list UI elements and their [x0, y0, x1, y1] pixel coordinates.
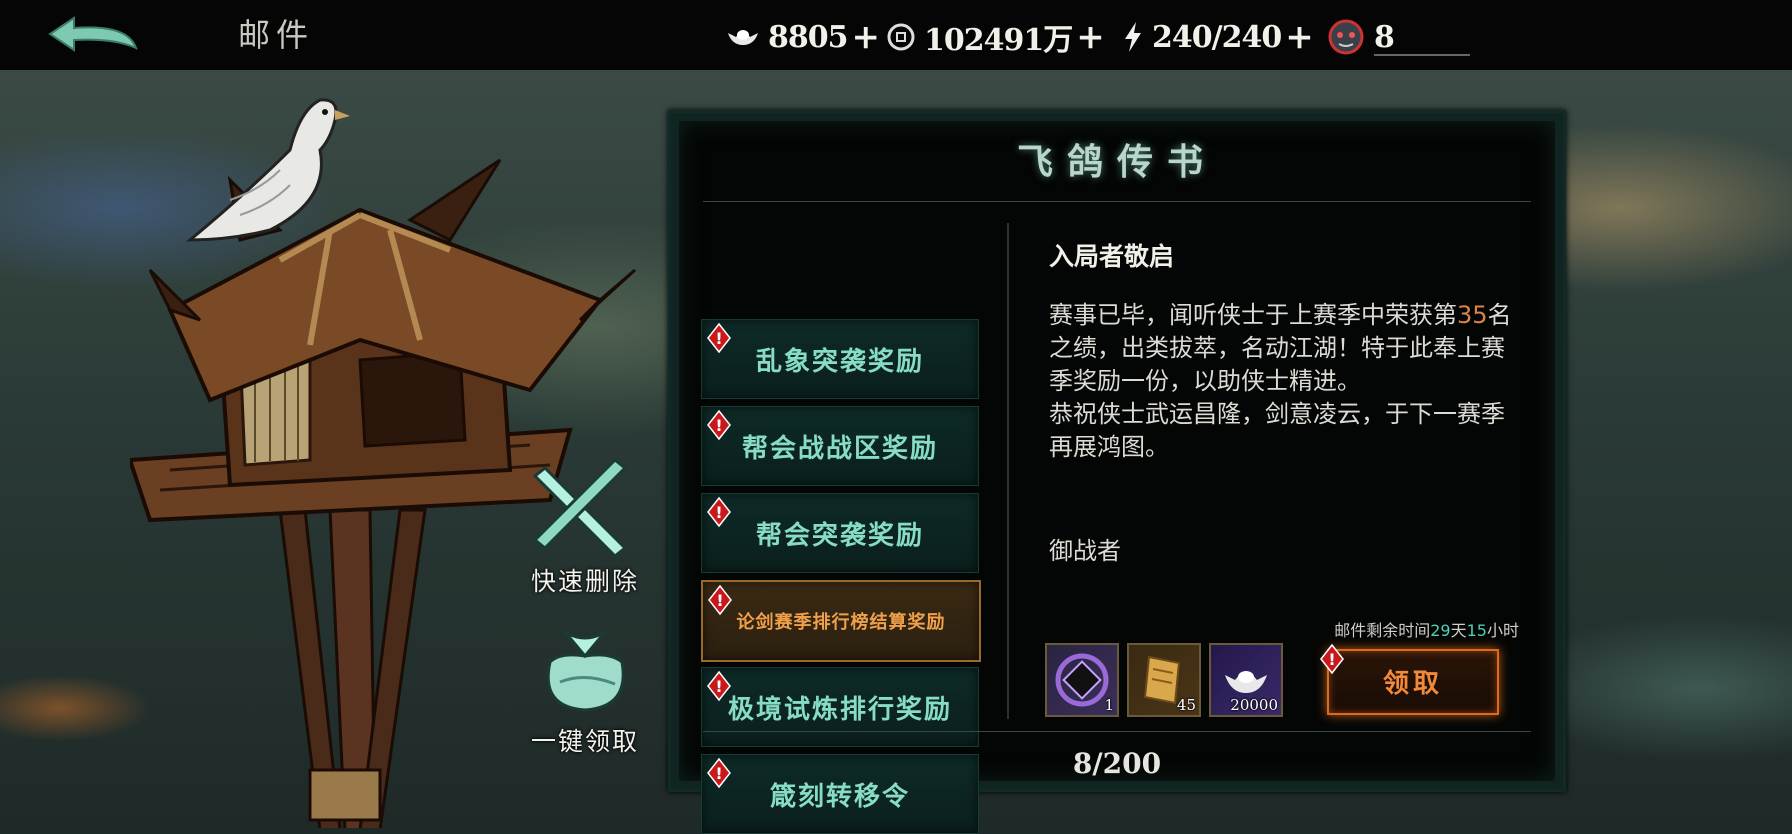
mail-item[interactable]: ! 帮会战战区奖励 — [701, 406, 979, 486]
quick-delete-label: 快速删除 — [530, 567, 639, 596]
add-silver-button[interactable]: + — [852, 17, 880, 57]
expire-day-unit: 天 — [1450, 621, 1467, 640]
mail-item[interactable]: ! 乱象突袭奖励 — [701, 319, 979, 399]
mail-panel: 飞鸽传书 ! 乱象突袭奖励 ! 帮会战战区奖励 ! 帮会突袭奖励 ! 论剑赛季排… — [668, 110, 1566, 834]
reward-count: 20000 — [1230, 696, 1278, 714]
reward-item[interactable]: 20000 — [1209, 643, 1283, 717]
mail-item[interactable]: ! 极境试炼排行奖励 — [701, 667, 979, 747]
mail-rank: 35 — [1457, 301, 1488, 329]
add-energy-button[interactable]: + — [1285, 17, 1313, 57]
back-arrow-icon — [48, 16, 138, 52]
reward-list: 1 45 20000 — [1045, 643, 1283, 717]
expire-hours: 15 — [1466, 621, 1487, 640]
reward-count: 1 — [1104, 696, 1114, 714]
energy-value: 240/240 — [1152, 19, 1282, 55]
resource-silver: 8805 + — [726, 17, 880, 57]
demon-mask-icon — [1328, 19, 1364, 55]
claim-button-label: 领取 — [1382, 669, 1443, 699]
bundle-bag-icon — [546, 630, 625, 712]
quick-delete-button[interactable]: 快速删除 — [520, 457, 650, 598]
claim-all-button[interactable]: 一键领取 — [520, 622, 650, 758]
panel-title-divider — [703, 201, 1531, 202]
reward-item[interactable]: 45 — [1127, 643, 1201, 717]
list-content-divider — [1007, 223, 1009, 719]
page-title: 邮件 — [238, 16, 315, 54]
copper-coin-icon — [887, 23, 915, 51]
resource-mask: 8 — [1326, 18, 1470, 56]
lightning-icon — [1125, 22, 1141, 52]
mail-body-part1: 赛事已毕，闻听侠士于上赛季中荣获第 — [1049, 301, 1457, 329]
resource-coin: 102491万 + — [886, 17, 1105, 58]
mail-expire-time: 邮件剩余时间29天15小时 — [1334, 617, 1519, 641]
silver-value: 8805 — [768, 19, 848, 55]
mask-underline — [1374, 54, 1470, 56]
coin-value: 102491万 — [924, 23, 1073, 58]
expire-hour-unit: 小时 — [1486, 621, 1519, 640]
panel-title: 飞鸽传书 — [1016, 141, 1217, 183]
silver-ingot-icon — [728, 30, 758, 45]
mail-item-selected[interactable]: ! 论剑赛季排行榜结算奖励 — [701, 580, 981, 662]
mail-item[interactable]: ! 帮会突袭奖励 — [701, 493, 979, 573]
mail-item-label: 论剑赛季排行榜结算奖励 — [736, 612, 946, 633]
reward-count: 45 — [1176, 696, 1196, 714]
mail-item-label: 帮会突袭奖励 — [755, 520, 924, 551]
expire-prefix: 邮件剩余时间 — [1334, 621, 1431, 640]
mail-body: 赛事已毕，闻听侠士于上赛季中荣获第35名之绩，出类拔萃，名动江湖！特于此奉上赛季… — [1049, 299, 1519, 464]
expire-days: 29 — [1430, 621, 1451, 640]
claim-all-label: 一键领取 — [530, 727, 639, 756]
mail-item-label: 乱象突袭奖励 — [755, 346, 924, 377]
top-bar: 邮件 8805 + 102491万 + 240/240 + 8 — [0, 0, 1792, 70]
mask-value: 8 — [1374, 19, 1395, 55]
mail-body-part3: 恭祝侠士武运昌隆，剑意凌云，于下一赛季再展鸿图。 — [1049, 400, 1505, 461]
claim-button[interactable]: ! 领取 — [1320, 643, 1499, 715]
reward-item[interactable]: 1 — [1045, 643, 1119, 717]
mail-sender: 御战者 — [1049, 537, 1121, 565]
back-button[interactable] — [44, 10, 144, 60]
cross-swords-icon — [532, 457, 628, 559]
add-coin-button[interactable]: + — [1076, 17, 1104, 57]
mail-item-label: 帮会战战区奖励 — [741, 433, 938, 464]
resource-energy: 240/240 + — [1122, 17, 1314, 57]
mail-count: 8/200 — [1072, 747, 1162, 780]
mail-item-label: 极境试炼排行奖励 — [727, 694, 952, 725]
mail-heading: 入局者敬启 — [1049, 242, 1175, 271]
panel-bottom-divider — [703, 731, 1531, 732]
